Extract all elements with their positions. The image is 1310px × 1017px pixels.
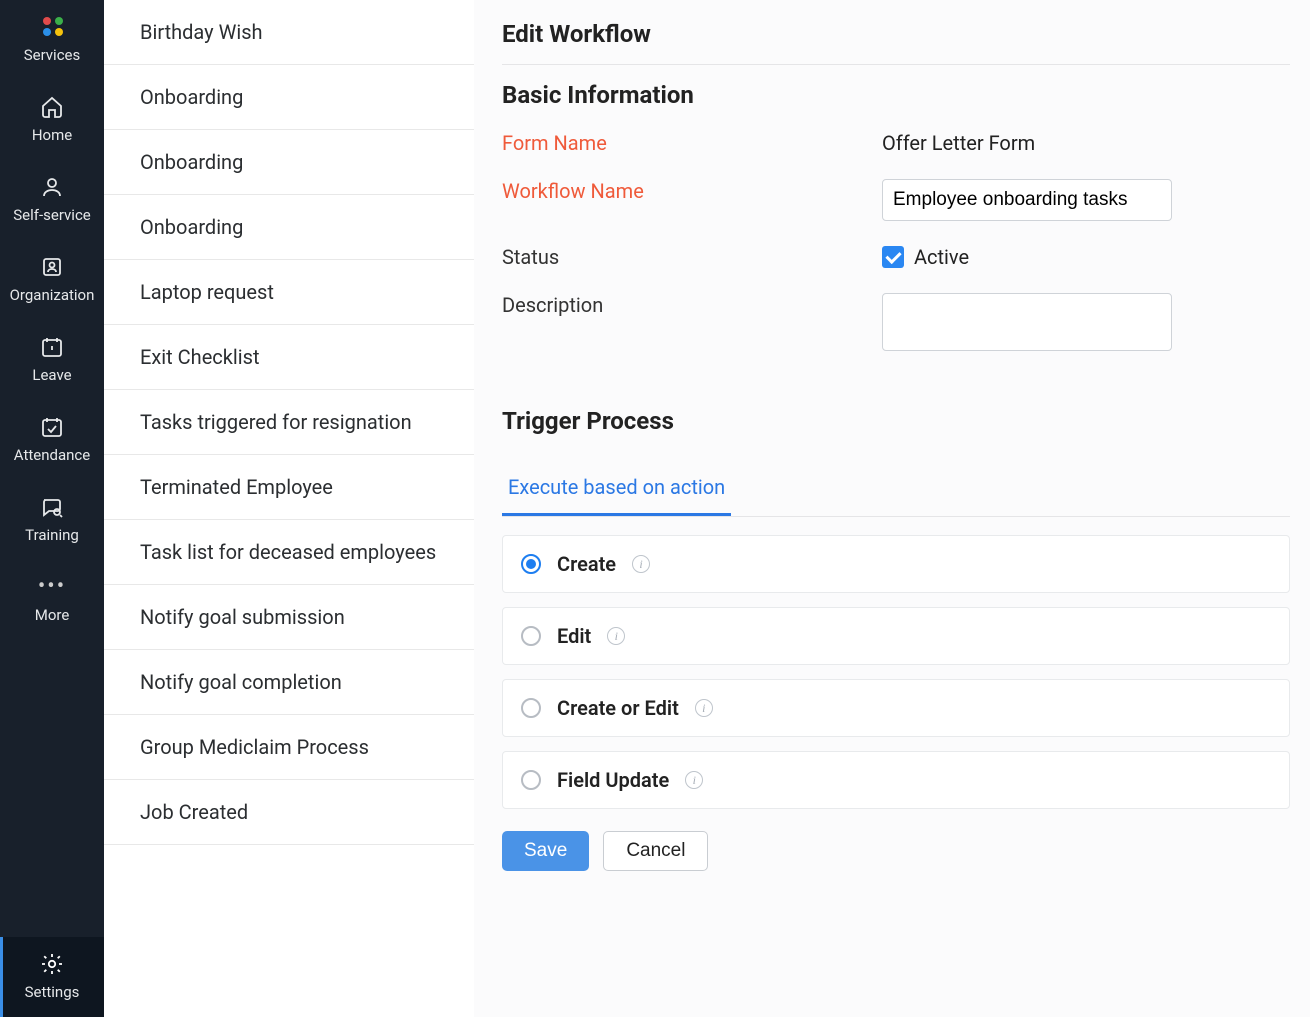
workflow-list-item[interactable]: Exit Checklist bbox=[104, 325, 474, 390]
calendar-check-icon bbox=[39, 414, 65, 440]
basic-information-section: Basic Information Form Name Offer Letter… bbox=[502, 65, 1290, 355]
main-panel: Edit Workflow Basic Information Form Nam… bbox=[474, 0, 1310, 1017]
page-title: Edit Workflow bbox=[502, 0, 1290, 65]
description-input[interactable] bbox=[882, 293, 1172, 351]
workflow-list-item[interactable]: Onboarding bbox=[104, 195, 474, 260]
org-icon bbox=[39, 254, 65, 280]
trigger-option-label: Create or Edit bbox=[557, 696, 679, 720]
nav-leave[interactable]: Leave bbox=[0, 320, 104, 400]
trigger-option-create-or-edit[interactable]: Create or Edit i bbox=[502, 679, 1290, 737]
workflow-list-item[interactable]: Onboarding bbox=[104, 65, 474, 130]
info-icon[interactable]: i bbox=[632, 555, 650, 573]
workflow-list-item[interactable]: Terminated Employee bbox=[104, 455, 474, 520]
nav-label: Services bbox=[24, 46, 81, 64]
trigger-tablist: Execute based on action bbox=[502, 465, 1290, 517]
workflow-name-input[interactable] bbox=[882, 179, 1172, 221]
radio-icon bbox=[521, 698, 541, 718]
tab-execute-on-action[interactable]: Execute based on action bbox=[502, 465, 731, 516]
workflow-list-item[interactable]: Job Created bbox=[104, 780, 474, 845]
trigger-options: Create i Edit i Create or Edit i Field U… bbox=[502, 535, 1290, 809]
cancel-button[interactable]: Cancel bbox=[603, 831, 708, 871]
workflow-list-item[interactable]: Task list for deceased employees bbox=[104, 520, 474, 585]
status-active-checkbox[interactable] bbox=[882, 246, 904, 268]
nav-label: Settings bbox=[25, 983, 80, 1001]
workflow-list-item[interactable]: Laptop request bbox=[104, 260, 474, 325]
nav-training[interactable]: Training bbox=[0, 480, 104, 560]
radio-icon bbox=[521, 554, 541, 574]
nav-label: Self-service bbox=[13, 206, 91, 224]
nav-settings[interactable]: Settings bbox=[0, 937, 104, 1017]
trigger-option-create[interactable]: Create i bbox=[502, 535, 1290, 593]
brand-dots-icon bbox=[39, 14, 65, 40]
info-icon[interactable]: i bbox=[685, 771, 703, 789]
trigger-process-section: Trigger Process Execute based on action … bbox=[502, 391, 1290, 809]
workflow-list-item[interactable]: Notify goal completion bbox=[104, 650, 474, 715]
nav-label: More bbox=[35, 606, 70, 624]
calendar-alert-icon bbox=[39, 334, 65, 360]
more-dots-icon: ••• bbox=[39, 574, 65, 600]
save-button[interactable]: Save bbox=[502, 831, 589, 871]
gear-icon bbox=[39, 951, 65, 977]
radio-icon bbox=[521, 626, 541, 646]
nav-attendance[interactable]: Attendance bbox=[0, 400, 104, 480]
nav-label: Organization bbox=[10, 286, 95, 304]
status-checkbox-label: Active bbox=[914, 245, 969, 269]
nav-home[interactable]: Home bbox=[0, 80, 104, 160]
left-nav: Services Home Self-service Organization … bbox=[0, 0, 104, 1017]
nav-services[interactable]: Services bbox=[0, 0, 104, 80]
form-actions: Save Cancel bbox=[502, 831, 1290, 871]
nav-organization[interactable]: Organization bbox=[0, 240, 104, 320]
status-label: Status bbox=[502, 245, 882, 269]
home-icon bbox=[39, 94, 65, 120]
nav-self-service[interactable]: Self-service bbox=[0, 160, 104, 240]
nav-label: Leave bbox=[32, 366, 71, 384]
basic-heading: Basic Information bbox=[502, 65, 1290, 131]
form-name-value: Offer Letter Form bbox=[882, 131, 1290, 155]
trigger-option-field-update[interactable]: Field Update i bbox=[502, 751, 1290, 809]
workflow-list: Birthday Wish Onboarding Onboarding Onbo… bbox=[104, 0, 474, 1017]
workflow-list-item[interactable]: Tasks triggered for resignation bbox=[104, 390, 474, 455]
person-icon bbox=[39, 174, 65, 200]
workflow-list-item[interactable]: Birthday Wish bbox=[104, 0, 474, 65]
trigger-option-label: Edit bbox=[557, 624, 591, 648]
nav-more[interactable]: ••• More bbox=[0, 560, 104, 640]
radio-icon bbox=[521, 770, 541, 790]
description-label: Description bbox=[502, 293, 882, 317]
chat-search-icon bbox=[39, 494, 65, 520]
nav-label: Home bbox=[32, 126, 72, 144]
nav-label: Attendance bbox=[14, 446, 90, 464]
trigger-heading: Trigger Process bbox=[502, 391, 1290, 457]
form-name-label: Form Name bbox=[502, 131, 882, 155]
trigger-option-edit[interactable]: Edit i bbox=[502, 607, 1290, 665]
info-icon[interactable]: i bbox=[607, 627, 625, 645]
workflow-list-item[interactable]: Notify goal submission bbox=[104, 585, 474, 650]
workflow-list-item[interactable]: Group Mediclaim Process bbox=[104, 715, 474, 780]
trigger-option-label: Field Update bbox=[557, 768, 669, 792]
workflow-list-item[interactable]: Onboarding bbox=[104, 130, 474, 195]
trigger-option-label: Create bbox=[557, 552, 616, 576]
workflow-name-label: Workflow Name bbox=[502, 179, 882, 203]
nav-label: Training bbox=[25, 526, 79, 544]
info-icon[interactable]: i bbox=[695, 699, 713, 717]
